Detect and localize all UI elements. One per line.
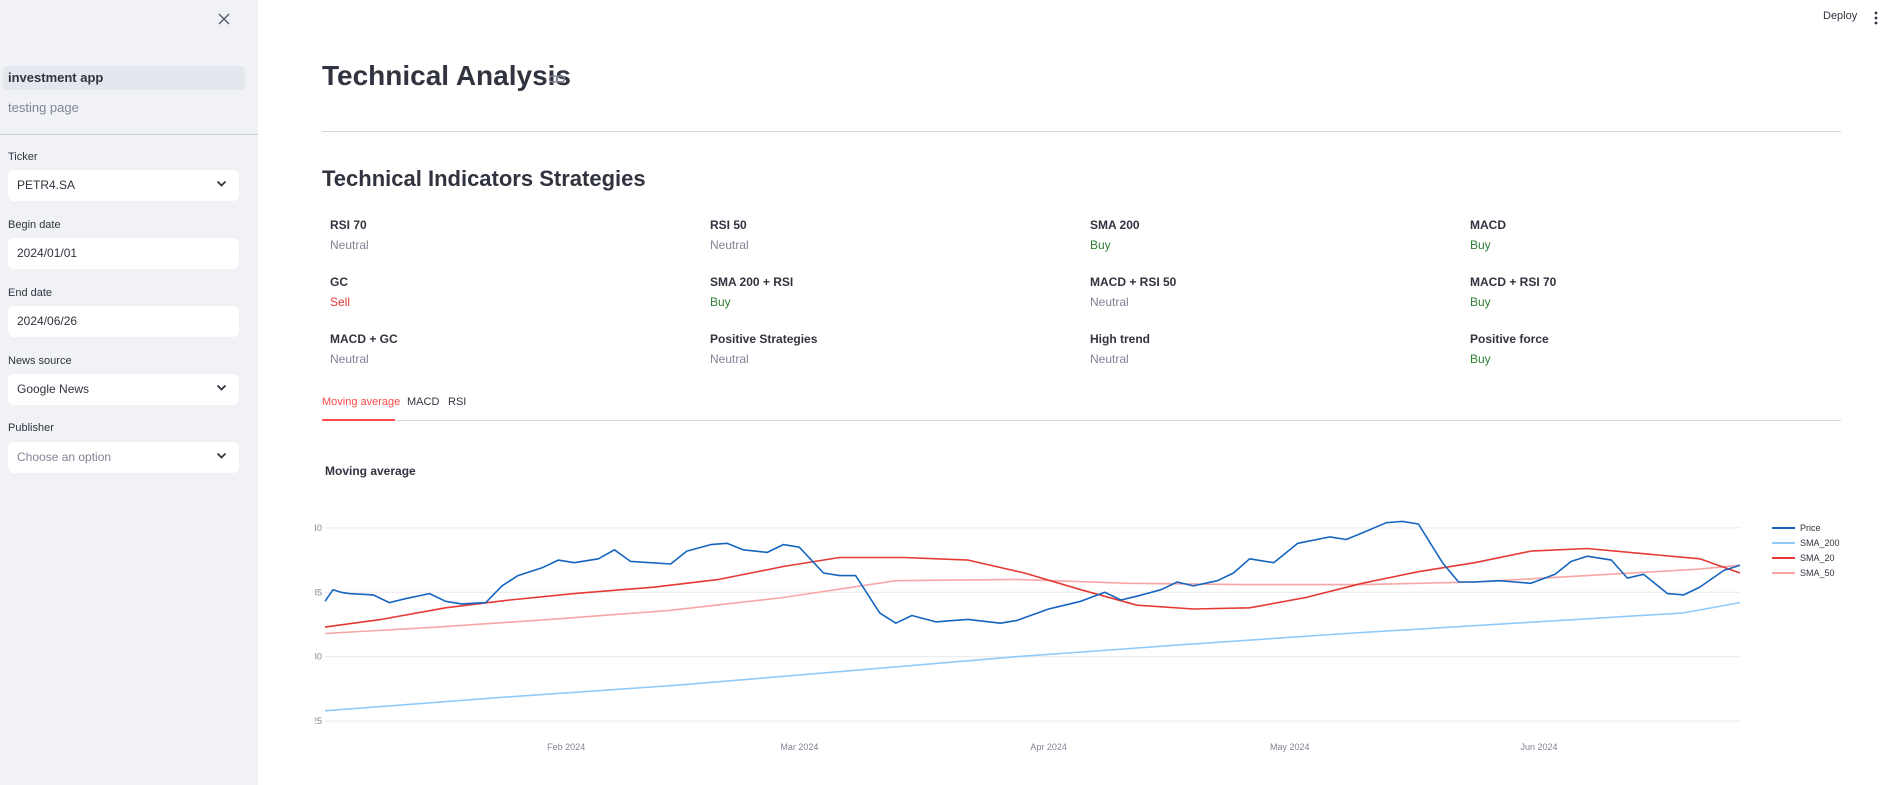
y-tick-label: 40 xyxy=(315,523,322,533)
metric-value: Neutral xyxy=(710,238,749,252)
metric-label: MACD + GC xyxy=(330,332,398,346)
tab-macd[interactable]: MACD xyxy=(407,396,439,408)
ticker-label: Ticker xyxy=(8,151,38,163)
deploy-button[interactable]: Deploy xyxy=(1823,10,1857,22)
publisher-label: Publisher xyxy=(8,422,54,434)
x-tick-label: Mar 2024 xyxy=(780,742,818,752)
metric-card: Positive force Buy xyxy=(1470,332,1830,366)
title-divider xyxy=(322,131,1841,132)
publisher-placeholder: Choose an option xyxy=(17,450,112,464)
ticker-value: PETR4.SA xyxy=(17,178,76,192)
metric-value: Neutral xyxy=(1090,295,1129,309)
metric-card: Positive Strategies Neutral xyxy=(710,332,1070,366)
metric-label: MACD + RSI 70 xyxy=(1470,275,1557,289)
news-source-label: News source xyxy=(8,355,72,367)
series-line-price xyxy=(324,520,1741,624)
metric-label: SMA 200 + RSI xyxy=(710,275,794,289)
x-tick-label: Feb 2024 xyxy=(547,742,585,752)
metric-card: RSI 70 Neutral xyxy=(330,218,690,252)
legend-label: SMA_50 xyxy=(1800,568,1835,578)
metric-card: RSI 50 Neutral xyxy=(710,218,1070,252)
chevron-down-icon xyxy=(216,452,227,459)
y-tick-label: 30 xyxy=(315,652,322,662)
ticker-select[interactable]: PETR4.SA xyxy=(8,170,239,201)
x-tick-label: Apr 2024 xyxy=(1030,742,1067,752)
news-source-select[interactable]: Google News xyxy=(8,374,239,405)
end-date-label: End date xyxy=(8,287,53,299)
metric-value: Buy xyxy=(1090,238,1111,252)
y-tick-label: 35 xyxy=(315,587,322,597)
begin-date-input[interactable]: 2024/01/01 xyxy=(8,238,239,269)
legend-label: SMA_20 xyxy=(1800,553,1835,563)
metric-value: Sell xyxy=(330,295,351,309)
close-sidebar-button[interactable] xyxy=(213,8,235,30)
sidebar: investment app testing page Ticker PETR4… xyxy=(0,0,258,785)
metric-card: MACD + GC Neutral xyxy=(330,332,690,366)
more-options-icon[interactable] xyxy=(1872,10,1880,26)
sidebar-divider xyxy=(0,134,258,135)
metric-value: Neutral xyxy=(1090,352,1129,366)
metric-card: GC Sell xyxy=(330,275,690,309)
metric-card: MACD Buy xyxy=(1470,218,1830,252)
close-icon xyxy=(218,13,230,25)
metric-value: Buy xyxy=(1470,352,1491,366)
legend-label: Price xyxy=(1800,523,1821,533)
metric-label: Positive force xyxy=(1470,332,1549,346)
tab-active-indicator xyxy=(322,419,395,421)
metric-label: RSI 70 xyxy=(330,218,367,232)
chart-title: Moving average xyxy=(325,464,416,478)
publisher-select[interactable]: Choose an option xyxy=(8,442,239,473)
chevron-down-icon xyxy=(216,180,227,187)
x-tick-label: May 2024 xyxy=(1270,742,1310,752)
tab-rsi[interactable]: RSI xyxy=(448,396,466,408)
metric-label: MACD xyxy=(1470,218,1506,232)
page-title: Technical Analysis xyxy=(322,60,571,91)
metric-value: Neutral xyxy=(330,238,369,252)
metric-label: RSI 50 xyxy=(710,218,747,232)
sidebar-item-testing-page[interactable]: testing page xyxy=(3,96,245,120)
x-tick-label: Jun 2024 xyxy=(1520,742,1557,752)
end-date-input[interactable]: 2024/06/26 xyxy=(8,306,239,337)
section-title: Technical Indicators Strategies xyxy=(322,166,646,191)
app-root: investment app testing page Ticker PETR4… xyxy=(0,0,1889,785)
tabs-baseline xyxy=(322,420,1841,421)
news-source-value: Google News xyxy=(17,382,90,396)
begin-date-label: Begin date xyxy=(8,219,61,231)
metric-label: High trend xyxy=(1090,332,1150,346)
metric-value: Neutral xyxy=(710,352,749,366)
metric-card: SMA 200 + RSI Buy xyxy=(710,275,1070,309)
metric-label: SMA 200 xyxy=(1090,218,1140,232)
metric-card: High trend Neutral xyxy=(1090,332,1450,366)
metric-label: MACD + RSI 50 xyxy=(1090,275,1177,289)
sidebar-item-investment-app[interactable]: investment app xyxy=(3,66,245,90)
metric-value: Buy xyxy=(710,295,731,309)
metric-label: Positive Strategies xyxy=(710,332,818,346)
link-icon[interactable] xyxy=(548,72,566,86)
metric-card: MACD + RSI 70 Buy xyxy=(1470,275,1830,309)
metric-card: SMA 200 Buy xyxy=(1090,218,1450,252)
y-tick-label: 25 xyxy=(315,716,322,726)
metric-label: GC xyxy=(330,275,348,289)
metric-value: Buy xyxy=(1470,295,1491,309)
chevron-down-icon xyxy=(216,384,227,391)
tab-moving-average[interactable]: Moving average xyxy=(322,396,400,408)
moving-average-chart: 25 30 35 40 Feb 2024 Mar 2024 Apr 2024 May 2024… xyxy=(315,520,1840,752)
metric-value: Neutral xyxy=(330,352,369,366)
metric-card: MACD + RSI 50 Neutral xyxy=(1090,275,1450,309)
metric-value: Buy xyxy=(1470,238,1491,252)
legend-label: SMA_200 xyxy=(1800,538,1840,548)
